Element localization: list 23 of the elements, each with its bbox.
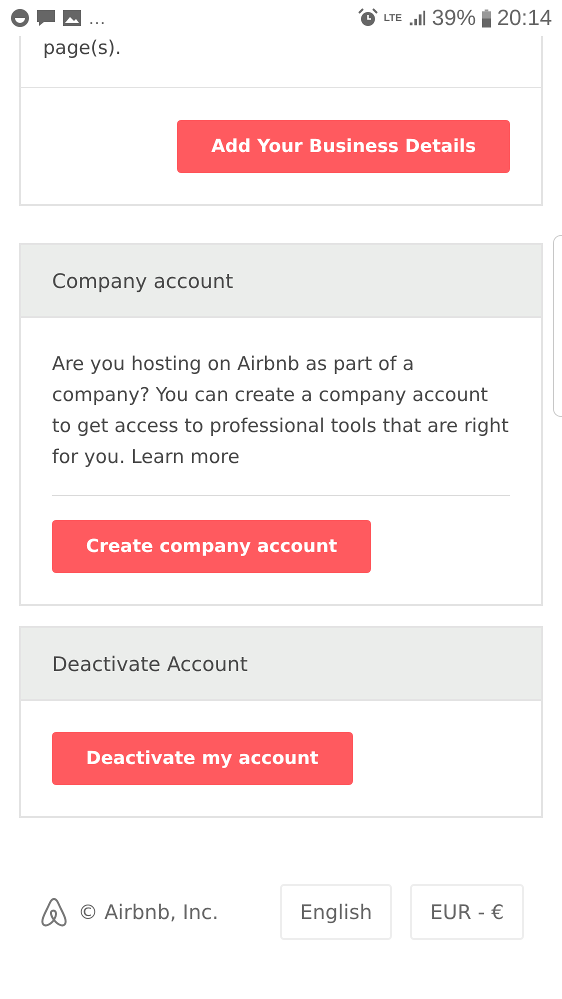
learn-more-link[interactable]: Learn more [131, 446, 240, 468]
more-notifications: … [88, 8, 106, 28]
network-type: LTE [384, 12, 402, 24]
deactivate-account-button[interactable]: Deactivate my account [52, 732, 353, 785]
signal-icon [408, 8, 426, 28]
image-icon [62, 8, 82, 28]
clock-time: 20:14 [496, 5, 552, 31]
add-business-details-button[interactable]: Add Your Business Details [177, 120, 510, 173]
battery-icon [482, 8, 491, 28]
scroll-handle[interactable] [553, 235, 562, 417]
language-button[interactable]: English [280, 884, 392, 940]
smiley-icon [10, 8, 30, 28]
chat-icon [36, 8, 56, 28]
card-title: Deactivate Account [52, 652, 248, 676]
alarm-icon [358, 8, 378, 28]
logo-icon [40, 897, 68, 927]
create-company-account-button[interactable]: Create company account [52, 520, 372, 573]
battery-percent: 39% [432, 5, 476, 31]
body-text: page(s). [43, 36, 122, 60]
body-text: Are you hosting on Airbnb as part of a company? You can create a company account to get access to professional tools that are right for you. Learn more [52, 352, 510, 470]
currency-button[interactable]: EUR - € [410, 884, 524, 940]
card-title: Company account [52, 268, 234, 292]
copyright-text: © Airbnb, Inc. [78, 900, 219, 924]
